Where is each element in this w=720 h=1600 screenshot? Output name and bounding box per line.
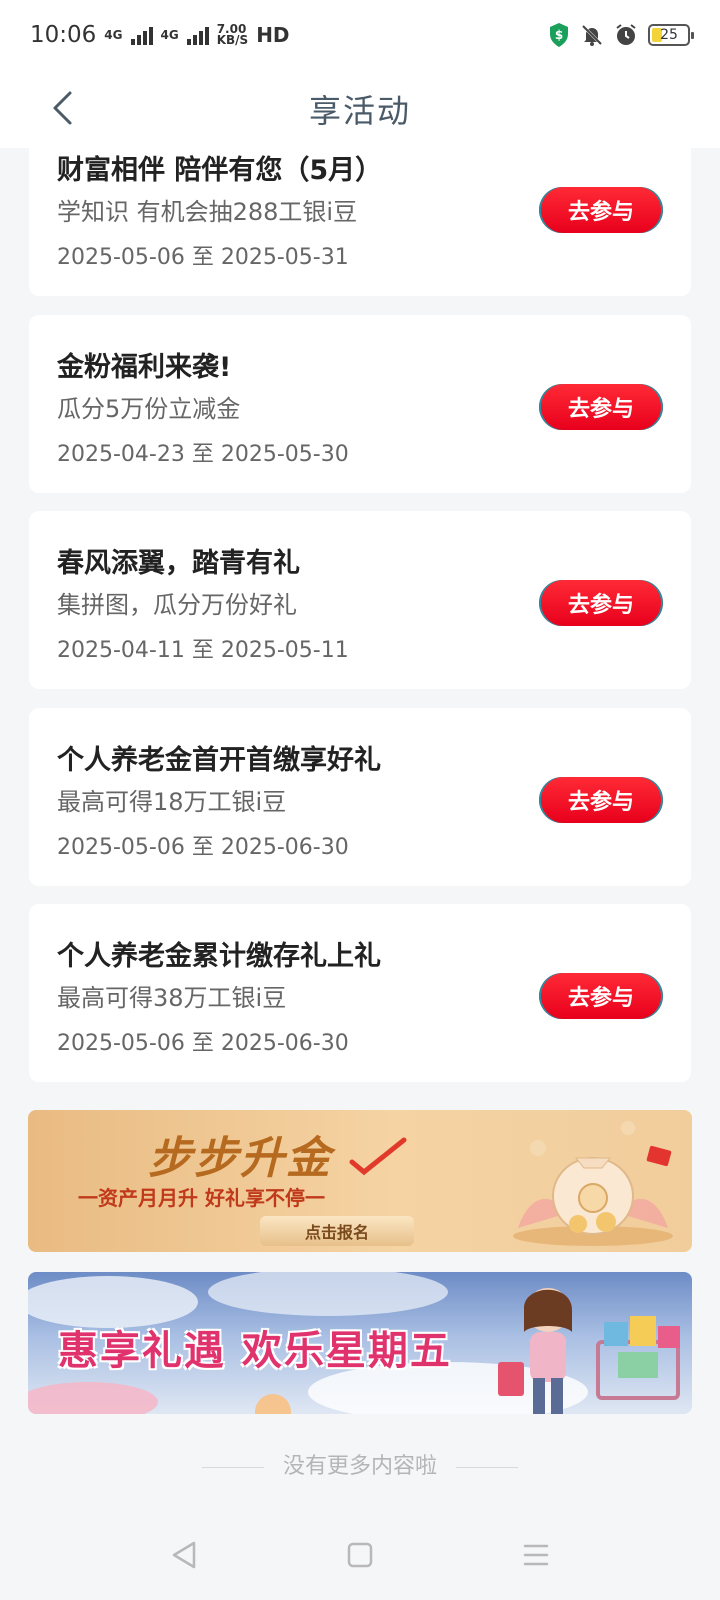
activity-subtitle: 集拼图，瓜分万份好礼 [57, 591, 297, 619]
bell-off-icon [581, 24, 603, 46]
activity-subtitle: 最高可得38万工银i豆 [57, 984, 287, 1012]
activity-card: 金粉福利来袭! 瓜分5万份立减金 2025-04-23 至 2025-05-30… [29, 315, 691, 493]
activity-card: 春风添翼，踏青有礼 集拼图，瓜分万份好礼 2025-04-11 至 2025-0… [29, 511, 691, 689]
promo-banner-friday[interactable]: 惠享礼遇 欢乐星期五 [28, 1272, 692, 1414]
shield-icon: $ [550, 23, 568, 47]
network-speed: 7.00 KB/S [216, 23, 249, 47]
join-button[interactable]: 去参与 [539, 580, 663, 626]
svg-text:$: $ [555, 28, 563, 42]
status-right: $ 25 [548, 22, 694, 48]
page-title: 享活动 [308, 92, 411, 130]
menu-icon [523, 1544, 549, 1566]
activity-card: 个人养老金首开首缴享好礼 最高可得18万工银i豆 2025-05-06 至 20… [29, 708, 691, 886]
join-button[interactable]: 去参与 [539, 777, 663, 823]
battery-icon: 25 [648, 24, 694, 46]
triangle-back-icon [172, 1541, 196, 1569]
activity-subtitle: 学知识 有机会抽288工银i豆 [57, 198, 358, 226]
signal-icon [130, 25, 153, 45]
chevron-left-icon [53, 91, 72, 125]
activity-card: 个人养老金累计缴存礼上礼 最高可得38万工银i豆 2025-05-06 至 20… [29, 904, 691, 1082]
nav-back-button[interactable] [164, 1535, 204, 1575]
join-button[interactable]: 去参与 [539, 187, 663, 233]
promo-banner-gold[interactable]: 步步升金 一资产月月升 好礼享不停一 点击报名 [28, 1110, 692, 1252]
end-of-list-note: 没有更多内容啦 [0, 1448, 720, 1480]
shopping-girl-illustration [498, 1288, 680, 1414]
activity-title: 财富相伴 陪伴有您（5月） [57, 155, 383, 186]
square-home-icon [347, 1542, 373, 1568]
alarm-icon [616, 24, 636, 45]
checkmark-icon [349, 1137, 407, 1176]
end-of-list-text: 没有更多内容啦 [282, 1454, 437, 1479]
activity-date-range: 2025-05-06 至 2025-05-31 [57, 245, 349, 270]
system-nav-bar [0, 1510, 720, 1600]
activity-title: 春风添翼，踏青有礼 [57, 548, 300, 579]
join-button[interactable]: 去参与 [539, 384, 663, 430]
status-bar: 10:06 4G 4G 7.00 KB/S HD $ 25 [0, 0, 720, 70]
nav-menu-button[interactable] [516, 1535, 556, 1575]
activity-title: 个人养老金累计缴存礼上礼 [57, 941, 381, 972]
activity-subtitle: 瓜分5万份立减金 [57, 395, 241, 423]
nav-home-button[interactable] [340, 1535, 380, 1575]
banner-title: 惠享礼遇 欢乐星期五 [58, 1328, 452, 1374]
signal-icon [186, 25, 209, 45]
activity-title: 个人养老金首开首缴享好礼 [57, 745, 381, 776]
activity-date-range: 2025-05-06 至 2025-06-30 [57, 835, 349, 860]
join-button[interactable]: 去参与 [539, 973, 663, 1019]
activity-subtitle: 最高可得18万工银i豆 [57, 788, 287, 816]
activity-date-range: 2025-05-06 至 2025-06-30 [57, 1031, 349, 1056]
banner-title: 步步升金 [148, 1133, 332, 1184]
battery-level: 25 [660, 27, 678, 43]
network-label-2: 4G [160, 27, 179, 42]
hd-label: HD [256, 23, 290, 47]
money-bag-icon [513, 1121, 673, 1246]
register-button[interactable]: 点击报名 [260, 1216, 414, 1246]
back-button[interactable] [40, 86, 84, 130]
activity-title: 金粉福利来袭! [57, 352, 232, 383]
network-label-1: 4G [104, 27, 123, 42]
page-header: 享活动 [0, 70, 720, 148]
divider [201, 1466, 264, 1468]
status-time: 10:06 [30, 22, 97, 48]
activity-date-range: 2025-04-23 至 2025-05-30 [57, 442, 349, 467]
divider [456, 1466, 518, 1468]
banner-subtitle: 一资产月月升 好礼享不停一 [78, 1186, 325, 1210]
status-left: 10:06 4G 4G 7.00 KB/S HD [30, 22, 290, 48]
activity-date-range: 2025-04-11 至 2025-05-11 [57, 638, 349, 663]
network-speed-unit: KB/S [216, 33, 249, 47]
